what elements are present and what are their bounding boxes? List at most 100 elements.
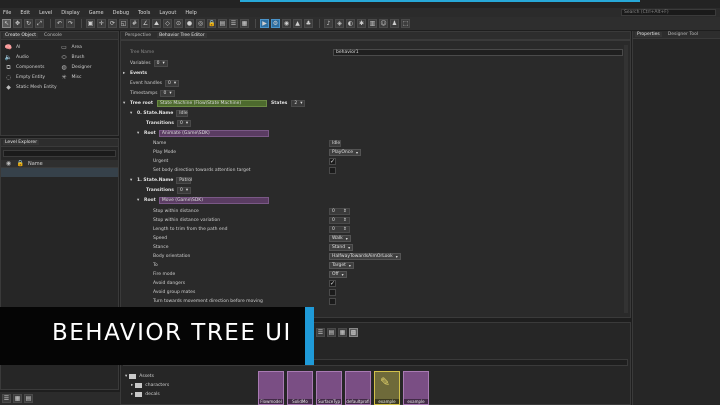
undo-icon[interactable]: ↶ <box>55 19 64 28</box>
database-icon[interactable]: ▥ <box>368 19 377 28</box>
vertex-snap-icon[interactable]: ◇ <box>163 19 172 28</box>
select-tool-icon[interactable]: ↖ <box>2 19 11 28</box>
tab-level-explorer[interactable]: Level Explorer <box>3 140 40 145</box>
select-object-icon[interactable]: ▣ <box>86 19 95 28</box>
stepper-arrows-icon[interactable]: ⇕ <box>343 209 347 214</box>
save-icon[interactable]: ▤ <box>218 19 227 28</box>
scale-tool-icon[interactable]: ⤢ <box>35 19 44 28</box>
asset-tile[interactable]: SurfaceTyp <box>316 371 342 405</box>
menu-help[interactable]: Help <box>185 10 196 16</box>
body-direction-checkbox[interactable] <box>329 167 336 174</box>
material-icon[interactable]: ◐ <box>346 19 355 28</box>
trim-length-stepper[interactable]: 0 ⇕ <box>329 226 350 233</box>
thumbnail-view-icon[interactable]: ▦ <box>338 328 347 337</box>
sandbox-icon[interactable]: ⬚ <box>401 19 410 28</box>
lock-icon[interactable]: 🔒 <box>16 160 25 167</box>
terrain-snap-icon[interactable]: ⛰ <box>152 19 161 28</box>
vegetation-icon[interactable]: ♣ <box>304 19 313 28</box>
avoid-dangers-checkbox[interactable]: ✓ <box>329 280 336 287</box>
grid-view-icon[interactable]: ▦ <box>13 394 22 403</box>
snap-angle-icon[interactable]: ∠ <box>141 19 150 28</box>
editor-scrollbar[interactable] <box>624 45 628 313</box>
menu-layout[interactable]: Layout <box>159 10 176 16</box>
layer-icon[interactable]: ☰ <box>229 19 238 28</box>
folder-assets[interactable]: ▾ Assets <box>125 374 154 379</box>
game-mode-icon[interactable]: ▶ <box>260 19 269 28</box>
tab-designer-tool[interactable]: Designer Tool <box>666 32 700 37</box>
asset-tile[interactable]: Flowmodel <box>258 371 284 405</box>
tab-perspective[interactable]: Perspective <box>123 33 153 38</box>
menu-game[interactable]: Game <box>89 10 104 16</box>
scale-object-icon[interactable]: ◱ <box>119 19 128 28</box>
create-item-ai[interactable]: 🧠 AI <box>4 44 60 51</box>
stepper-arrows-icon[interactable]: ⇕ <box>343 227 347 232</box>
move-object-icon[interactable]: ✛ <box>97 19 106 28</box>
chevron-down-icon[interactable]: ▾ <box>123 101 130 106</box>
speed-dropdown[interactable]: Walk ▾ <box>329 235 351 242</box>
folder-characters[interactable]: ▸ characters <box>131 383 169 388</box>
tab-console[interactable]: Console <box>42 33 64 38</box>
level-explorer-row[interactable] <box>1 168 118 177</box>
chevron-down-icon[interactable]: ▾ <box>137 198 144 203</box>
track-view-icon[interactable]: ▦ <box>240 19 249 28</box>
events-row[interactable]: ▸ Events <box>123 69 147 78</box>
body-orientation-dropdown[interactable]: HalfwayTowardsAimOrLook ▾ <box>329 253 401 260</box>
details-view-icon[interactable]: ▤ <box>327 328 336 337</box>
tab-behavior-tree-editor[interactable]: Behavior Tree Editor <box>157 33 207 38</box>
stop-distance-stepper[interactable]: 0 ⇕ <box>329 208 350 215</box>
menu-display[interactable]: Display <box>61 10 79 16</box>
chevron-right-icon[interactable]: ▸ <box>123 71 130 76</box>
rotate-tool-icon[interactable]: ↻ <box>24 19 33 28</box>
column-name[interactable]: Name <box>28 161 43 167</box>
menu-debug[interactable]: Debug <box>113 10 129 16</box>
grid-view-icon[interactable]: ▩ <box>349 328 358 337</box>
menu-tools[interactable]: Tools <box>138 10 150 16</box>
lock-icon[interactable]: 🔒 <box>207 19 216 28</box>
turn-towards-checkbox[interactable] <box>329 298 336 305</box>
chevron-down-icon[interactable]: ▾ <box>137 131 144 136</box>
create-item-brush[interactable]: ⬭ Brush <box>60 54 116 61</box>
simulate-icon[interactable]: ⚙ <box>271 19 280 28</box>
create-item-components[interactable]: ⧉ Components <box>4 64 60 71</box>
level-explorer-search[interactable] <box>3 150 116 157</box>
state1-transitions-count[interactable]: 0 ▾ <box>176 187 192 194</box>
create-item-designer[interactable]: ◍ Designer <box>60 64 116 71</box>
character-icon[interactable]: ☺ <box>379 19 388 28</box>
asset-tile[interactable]: example <box>403 371 429 405</box>
prop-name-field[interactable]: Idle <box>329 140 341 147</box>
states-count[interactable]: 2 ▾ <box>291 100 306 107</box>
flowgraph-icon[interactable]: ◈ <box>335 19 344 28</box>
tab-properties[interactable]: Properties <box>635 32 662 37</box>
asset-tile-selected[interactable]: ✎ example <box>374 371 400 405</box>
timestamps-count[interactable]: 0 ▾ <box>160 90 175 97</box>
create-item-area[interactable]: ▭ Area <box>60 44 116 51</box>
ai-physics-icon[interactable]: ◎ <box>196 19 205 28</box>
stop-variation-stepper[interactable]: 0 ⇕ <box>329 217 350 224</box>
state1-name-field[interactable]: Patrol <box>176 177 192 184</box>
pivot-icon[interactable]: ⊙ <box>174 19 183 28</box>
asset-tile[interactable]: defaultprofi <box>345 371 371 405</box>
fire-mode-dropdown[interactable]: Off ▾ <box>329 271 347 278</box>
menu-level[interactable]: Level <box>39 10 52 16</box>
play-mode-dropdown[interactable]: PlayOnce ▾ <box>329 149 362 156</box>
chevron-down-icon[interactable]: ▾ <box>125 374 127 379</box>
menu-edit[interactable]: Edit <box>20 10 30 16</box>
rotate-object-icon[interactable]: ⟳ <box>108 19 117 28</box>
urgent-checkbox[interactable]: ✓ <box>329 158 336 165</box>
create-item-audio[interactable]: 🔈 Audio <box>4 54 60 61</box>
to-dropdown[interactable]: Target ▾ <box>329 262 354 269</box>
move-tool-icon[interactable]: ✥ <box>13 19 22 28</box>
event-handles-count[interactable]: 0 ▾ <box>165 80 180 87</box>
chevron-down-icon[interactable]: ▾ <box>130 111 137 116</box>
tree-root-field[interactable]: State Machine (Flow\State Machine) <box>157 100 268 107</box>
stepper-arrows-icon[interactable]: ⇕ <box>343 218 347 223</box>
avoid-group-checkbox[interactable] <box>329 289 336 296</box>
menu-file[interactable]: File <box>3 10 11 16</box>
create-item-static-mesh[interactable]: ◆ Static Mesh Entity <box>4 84 60 91</box>
chevron-right-icon[interactable]: ▸ <box>131 383 133 388</box>
tree-name-field[interactable]: behavior1 <box>333 49 623 56</box>
chevron-right-icon[interactable]: ▸ <box>131 392 133 397</box>
visibility-icon[interactable]: ◉ <box>4 160 13 167</box>
create-item-empty-entity[interactable]: ◌ Empty Entity <box>4 74 60 81</box>
particles-icon[interactable]: ✱ <box>357 19 366 28</box>
